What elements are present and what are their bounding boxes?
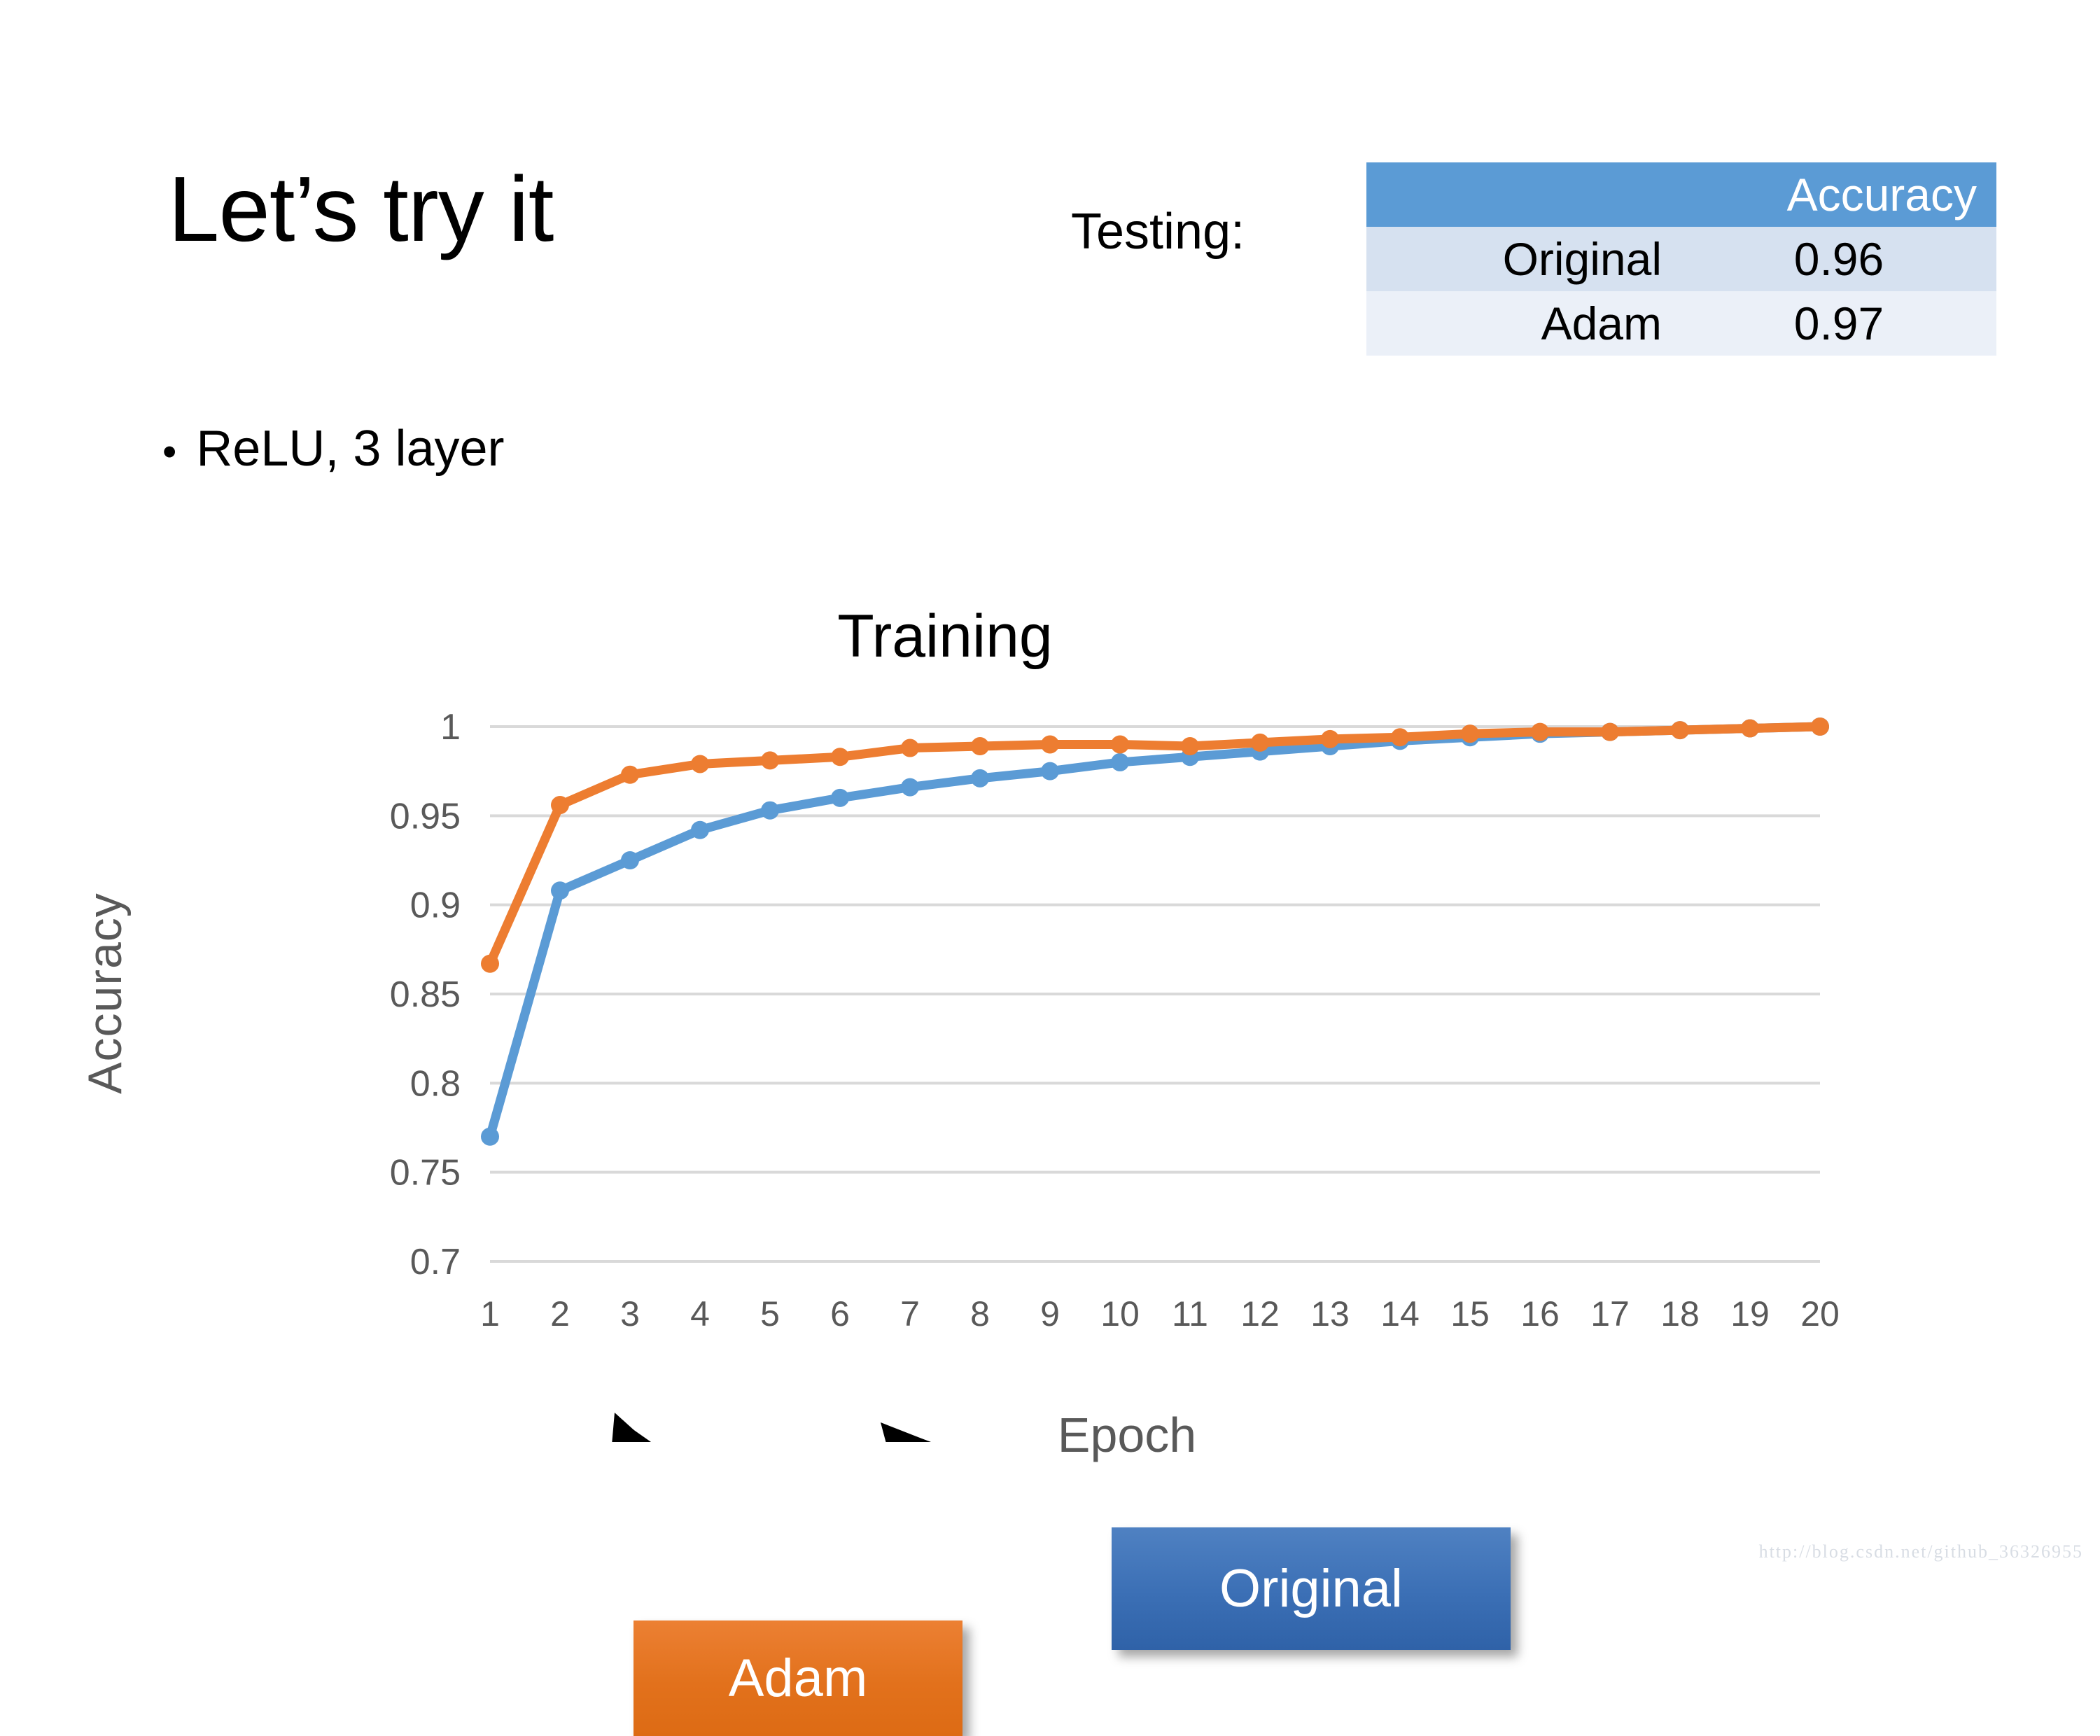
- y-tick-label: 0.7: [410, 1242, 461, 1282]
- data-point: [1741, 719, 1759, 738]
- x-tick-label: 4: [690, 1294, 710, 1334]
- y-tick-label: 0.9: [410, 886, 461, 926]
- data-point: [901, 738, 919, 757]
- data-point: [1601, 722, 1619, 741]
- chart-y-tick-labels: 0.7 0.75 0.8 0.85 0.9 0.95 1: [390, 707, 461, 1282]
- data-point: [1111, 735, 1129, 754]
- y-tick-label: 0.85: [390, 974, 461, 1015]
- x-tick-label: 12: [1240, 1294, 1280, 1334]
- page-title: Let’s try it: [168, 158, 554, 260]
- chart-annotation-arrows: [612, 1413, 931, 1442]
- callout-original-label: Original: [1219, 1559, 1403, 1618]
- x-tick-label: 17: [1590, 1294, 1630, 1334]
- data-point: [971, 769, 989, 788]
- data-point: [1321, 729, 1339, 748]
- data-point: [1461, 724, 1479, 743]
- bullet-list: • ReLU, 3 layer: [162, 420, 505, 477]
- chart-gridlines: [490, 725, 1820, 1263]
- x-tick-label: 20: [1800, 1294, 1840, 1334]
- data-point: [831, 748, 849, 766]
- data-point: [551, 881, 569, 900]
- testing-label: Testing:: [1071, 204, 1245, 260]
- data-point: [481, 1127, 499, 1146]
- y-tick-label: 0.8: [410, 1063, 461, 1104]
- watermark: http://blog.csdn.net/github_36326955: [1758, 1541, 2083, 1562]
- testing-accuracy-table: Accuracy Original 0.96 Adam 0.97: [1366, 162, 1996, 356]
- data-point: [1181, 737, 1199, 756]
- arrow-head-adam-icon: [612, 1413, 648, 1442]
- list-item: • ReLU, 3 layer: [162, 420, 505, 477]
- chart-plot-area: 0.70.750.80.850.90.951 1 2 3 4 5 6 7 8 9 10 11 12 13…: [390, 707, 1840, 1442]
- y-tick-label: 0.95: [390, 796, 461, 836]
- data-point: [1391, 728, 1409, 747]
- x-tick-label: 10: [1100, 1294, 1140, 1334]
- x-tick-label: 5: [760, 1294, 780, 1334]
- data-point: [831, 788, 849, 807]
- x-tick-label: 15: [1450, 1294, 1490, 1334]
- data-point: [691, 755, 709, 774]
- row-label-adam: Adam: [1366, 291, 1681, 356]
- x-tick-label: 7: [900, 1294, 920, 1334]
- callout-adam-label: Adam: [728, 1648, 868, 1708]
- y-tick-label: 0.75: [390, 1153, 461, 1194]
- x-tick-label: 3: [620, 1294, 640, 1334]
- x-tick-label: 19: [1730, 1294, 1770, 1334]
- data-point: [691, 820, 709, 839]
- x-tick-label: 8: [970, 1294, 990, 1334]
- data-point: [1111, 752, 1129, 771]
- table-row: Adam 0.97: [1366, 291, 1996, 356]
- x-tick-label: 14: [1380, 1294, 1420, 1334]
- row-value-adam: 0.97: [1681, 291, 1996, 356]
- callout-original[interactable]: Original: [1112, 1527, 1511, 1650]
- data-point: [761, 801, 779, 820]
- x-tick-label: 2: [550, 1294, 570, 1334]
- x-tick-label: 9: [1040, 1294, 1060, 1334]
- bullet-text: ReLU, 3 layer: [196, 421, 505, 477]
- chart-series-lines: [481, 718, 1829, 1146]
- arrow-to-original-icon: [889, 1427, 931, 1442]
- data-point: [761, 751, 779, 770]
- data-point: [1811, 718, 1829, 736]
- bullet-dot-icon: •: [162, 429, 177, 475]
- data-point: [1041, 735, 1059, 754]
- data-point: [901, 778, 919, 797]
- series-line-original: [485, 722, 1825, 1142]
- row-value-original: 0.96: [1681, 227, 1996, 291]
- callout-adam[interactable]: Adam: [634, 1620, 962, 1736]
- x-tick-label: 6: [830, 1294, 850, 1334]
- x-tick-label: 16: [1520, 1294, 1560, 1334]
- data-point: [971, 737, 989, 756]
- x-tick-label: 13: [1310, 1294, 1350, 1334]
- x-tick-label: 11: [1172, 1294, 1208, 1334]
- data-point: [1531, 722, 1549, 741]
- x-tick-label: 1: [480, 1294, 500, 1334]
- data-point: [1671, 721, 1689, 740]
- table-header-row: Accuracy: [1366, 162, 1996, 227]
- chart-x-tick-labels: 1 2 3 4 5 6 7 8 9 10 11 12 13 14 15 16 17 18 19 20: [480, 1294, 1840, 1334]
- table-header-accuracy: Accuracy: [1681, 162, 1996, 227]
- data-point: [621, 851, 639, 869]
- data-point: [621, 765, 639, 784]
- x-tick-label: 18: [1660, 1294, 1700, 1334]
- y-tick-label: 1: [440, 707, 461, 748]
- data-point: [1251, 733, 1269, 752]
- table-header-blank: [1366, 162, 1681, 227]
- training-accuracy-chart: Training Accuracy Epoch 0.7 0.75 0.8 0.85 0.…: [0, 602, 2100, 1736]
- table-row: Original 0.96: [1366, 227, 1996, 291]
- row-label-original: Original: [1366, 227, 1681, 291]
- arrow-head-original-icon: [881, 1422, 931, 1442]
- data-point: [1041, 762, 1059, 780]
- data-point: [551, 796, 569, 815]
- data-point: [481, 954, 499, 973]
